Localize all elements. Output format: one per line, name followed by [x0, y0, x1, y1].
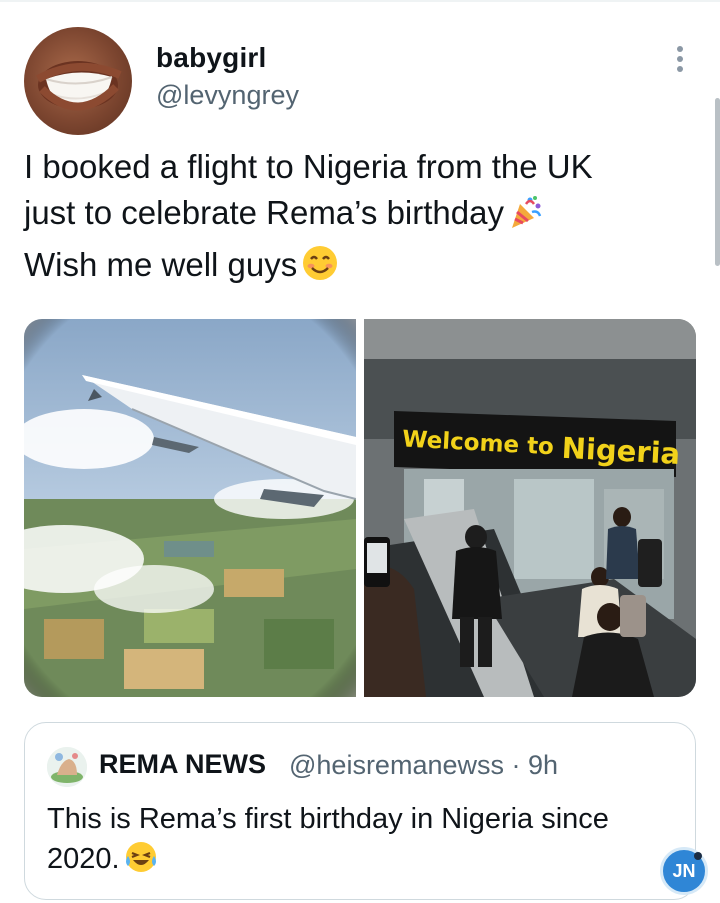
smiling-face-icon — [301, 244, 339, 294]
top-divider — [0, 0, 720, 2]
scrollbar-thumb[interactable] — [715, 98, 720, 266]
airport-escalator-image — [364, 319, 696, 697]
sign-text-b: Nigeria — [560, 430, 682, 471]
quoted-tweet-card[interactable]: REMA NEWS @heisremanewss · 9h This is Re… — [24, 722, 696, 900]
author-handle[interactable]: @levyngrey — [156, 80, 299, 111]
tweet-text-line: Wish me well guys — [24, 242, 684, 294]
airplane-wing-image — [24, 319, 356, 697]
sign-text-a: Welcome to — [401, 426, 555, 461]
jn-watermark-logo: JN — [660, 847, 708, 895]
dot — [677, 56, 683, 62]
tweet-text-segment: Wish me well guys — [24, 246, 298, 283]
tweet-media: Welcome to Nigeria — [24, 319, 696, 697]
quoted-timestamp[interactable]: 9h — [528, 750, 558, 780]
author-avatar[interactable] — [24, 27, 132, 135]
author-display-name[interactable]: babygirl — [156, 42, 267, 74]
quoted-avatar-image — [47, 747, 87, 787]
meta-separator: · — [511, 750, 521, 780]
more-options-icon[interactable] — [668, 42, 692, 76]
tweet-text: I booked a flight to Nigeria from the UK… — [24, 144, 684, 294]
quoted-handle[interactable]: @heisremanewss — [289, 750, 504, 780]
quoted-author-avatar[interactable] — [47, 747, 87, 787]
quoted-text-segment: 2020. — [47, 843, 120, 875]
dot — [677, 66, 683, 72]
tears-of-joy-icon — [124, 840, 158, 885]
quoted-display-name[interactable]: REMA NEWS — [99, 749, 266, 780]
media-photo-wing[interactable] — [24, 319, 356, 697]
tweet-text-line: I booked a flight to Nigeria from the UK — [24, 148, 593, 185]
quoted-text-line: This is Rema’s first birthday in Nigeria… — [47, 803, 609, 835]
avatar-smile-image — [36, 61, 122, 111]
tweet-text-segment: just to celebrate Rema’s birthday — [24, 194, 504, 231]
watermark-label: JN — [672, 860, 696, 881]
quoted-tweet-text: This is Rema’s first birthday in Nigeria… — [47, 799, 667, 885]
quoted-meta: @heisremanewss · 9h — [289, 750, 558, 781]
watermark-dot — [694, 852, 702, 860]
party-popper-icon — [508, 194, 544, 242]
tweet-text-line: just to celebrate Rema’s birthday — [24, 190, 684, 242]
media-photo-airport[interactable]: Welcome to Nigeria — [364, 319, 696, 697]
quoted-text-line: 2020. — [47, 839, 667, 885]
dot — [677, 46, 683, 52]
